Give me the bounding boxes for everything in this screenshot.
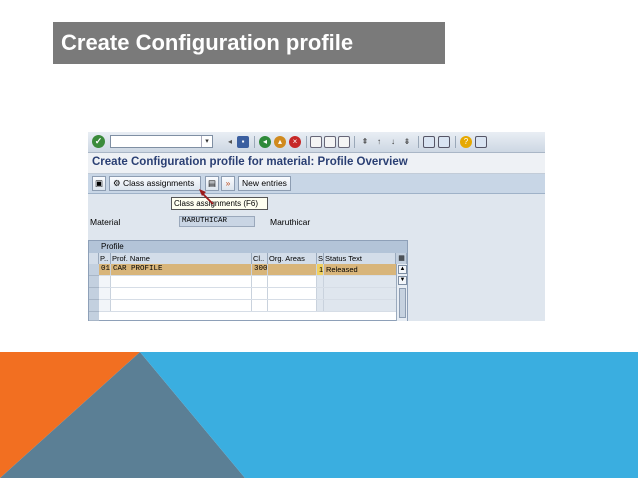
cell-prof-name[interactable]: CAR PROFILE <box>111 264 252 275</box>
column-prof-name[interactable]: Prof. Name <box>111 253 252 264</box>
column-status-text[interactable]: Status Text <box>324 253 396 264</box>
select-all-cell[interactable] <box>89 253 99 264</box>
vertical-scrollbar[interactable]: ▲ ▼ <box>396 264 407 321</box>
command-field[interactable] <box>110 135 213 148</box>
table-row-empty[interactable] <box>99 288 396 300</box>
first-page-icon[interactable]: ⇞ <box>359 136 371 148</box>
print-icon[interactable] <box>310 136 322 148</box>
cell-s[interactable]: 1 <box>317 264 324 275</box>
chevron-down-icon[interactable]: ▾ <box>201 136 212 147</box>
scroll-down-icon[interactable]: ▼ <box>398 276 407 285</box>
screen-title-bar: Create Configuration profile for materia… <box>88 153 545 174</box>
material-description: Maruthicar <box>270 217 311 227</box>
profile-table: Profile P.. Prof. Name Cl.. Org. Areas S… <box>88 240 408 321</box>
sap-window: ✓ ▾ ◂ ▪ ◂ ▴ × ⇞ ↑ ↓ ⇟ ? Create Configura… <box>88 132 545 321</box>
help-icon[interactable]: ? <box>460 136 472 148</box>
save-icon[interactable]: ▪ <box>237 136 249 148</box>
column-s[interactable]: S <box>317 253 324 264</box>
gear-icon: ⚙ <box>113 178 121 188</box>
blue-shape <box>140 352 638 478</box>
scroll-up-icon[interactable]: ▲ <box>398 265 407 274</box>
material-label: Material <box>90 217 121 227</box>
last-page-icon[interactable]: ⇟ <box>401 136 413 148</box>
scroll-thumb[interactable] <box>399 288 406 318</box>
application-toolbar: ▣ ⚙ Class assignments ▤ » New entries <box>88 174 545 194</box>
orange-shape <box>0 352 140 478</box>
table-row[interactable]: 01 CAR PROFILE 300 1 Released <box>99 264 396 276</box>
row-selector[interactable] <box>89 312 99 321</box>
column-cl[interactable]: Cl.. <box>252 253 268 264</box>
material-field[interactable]: MARUTHICAR <box>179 216 255 227</box>
tooltip: Class assignments (F6) <box>171 197 268 210</box>
cell-p[interactable]: 01 <box>99 264 111 275</box>
row-selector[interactable] <box>89 288 99 300</box>
back-icon[interactable]: ◂ <box>259 136 271 148</box>
delete-icon[interactable]: ▤ <box>205 176 219 191</box>
new-entries-button[interactable]: New entries <box>238 176 291 191</box>
find-next-icon[interactable] <box>338 136 350 148</box>
row-selector[interactable] <box>89 264 99 276</box>
shortcut-icon[interactable] <box>438 136 450 148</box>
standard-toolbar: ✓ ▾ ◂ ▪ ◂ ▴ × ⇞ ↑ ↓ ⇟ ? <box>88 132 545 153</box>
back-arrow-small-icon[interactable]: ◂ <box>224 136 236 148</box>
row-selector[interactable] <box>89 300 99 312</box>
slide-title: Create Configuration profile <box>53 22 445 64</box>
class-assignments-label: Class assignments <box>123 178 195 188</box>
column-p[interactable]: P.. <box>99 253 111 264</box>
ok-icon[interactable]: ✓ <box>92 135 105 148</box>
cell-org-areas[interactable] <box>268 264 317 275</box>
previous-page-icon[interactable]: ↑ <box>373 136 385 148</box>
exit-icon[interactable]: ▴ <box>274 136 286 148</box>
next-page-icon[interactable]: ↓ <box>387 136 399 148</box>
table-row-empty[interactable] <box>99 276 396 288</box>
row-selector[interactable] <box>89 276 99 288</box>
table-row-empty[interactable] <box>99 300 396 312</box>
screen-title: Create Configuration profile for materia… <box>92 156 408 168</box>
slate-shape <box>0 352 245 478</box>
cell-cl[interactable]: 300 <box>252 264 268 275</box>
layout-icon[interactable] <box>475 136 487 148</box>
column-org-areas[interactable]: Org. Areas <box>268 253 317 264</box>
display-change-icon[interactable]: ▣ <box>92 176 106 191</box>
session-icon[interactable] <box>423 136 435 148</box>
table-title: Profile <box>89 241 407 253</box>
forward-icon[interactable]: » <box>221 176 235 191</box>
table-settings-icon[interactable]: ▦ <box>396 253 407 264</box>
cell-status-text[interactable]: Released <box>324 264 396 275</box>
find-icon[interactable] <box>324 136 336 148</box>
cancel-icon[interactable]: × <box>289 136 301 148</box>
class-assignments-button[interactable]: ⚙ Class assignments <box>109 176 201 191</box>
